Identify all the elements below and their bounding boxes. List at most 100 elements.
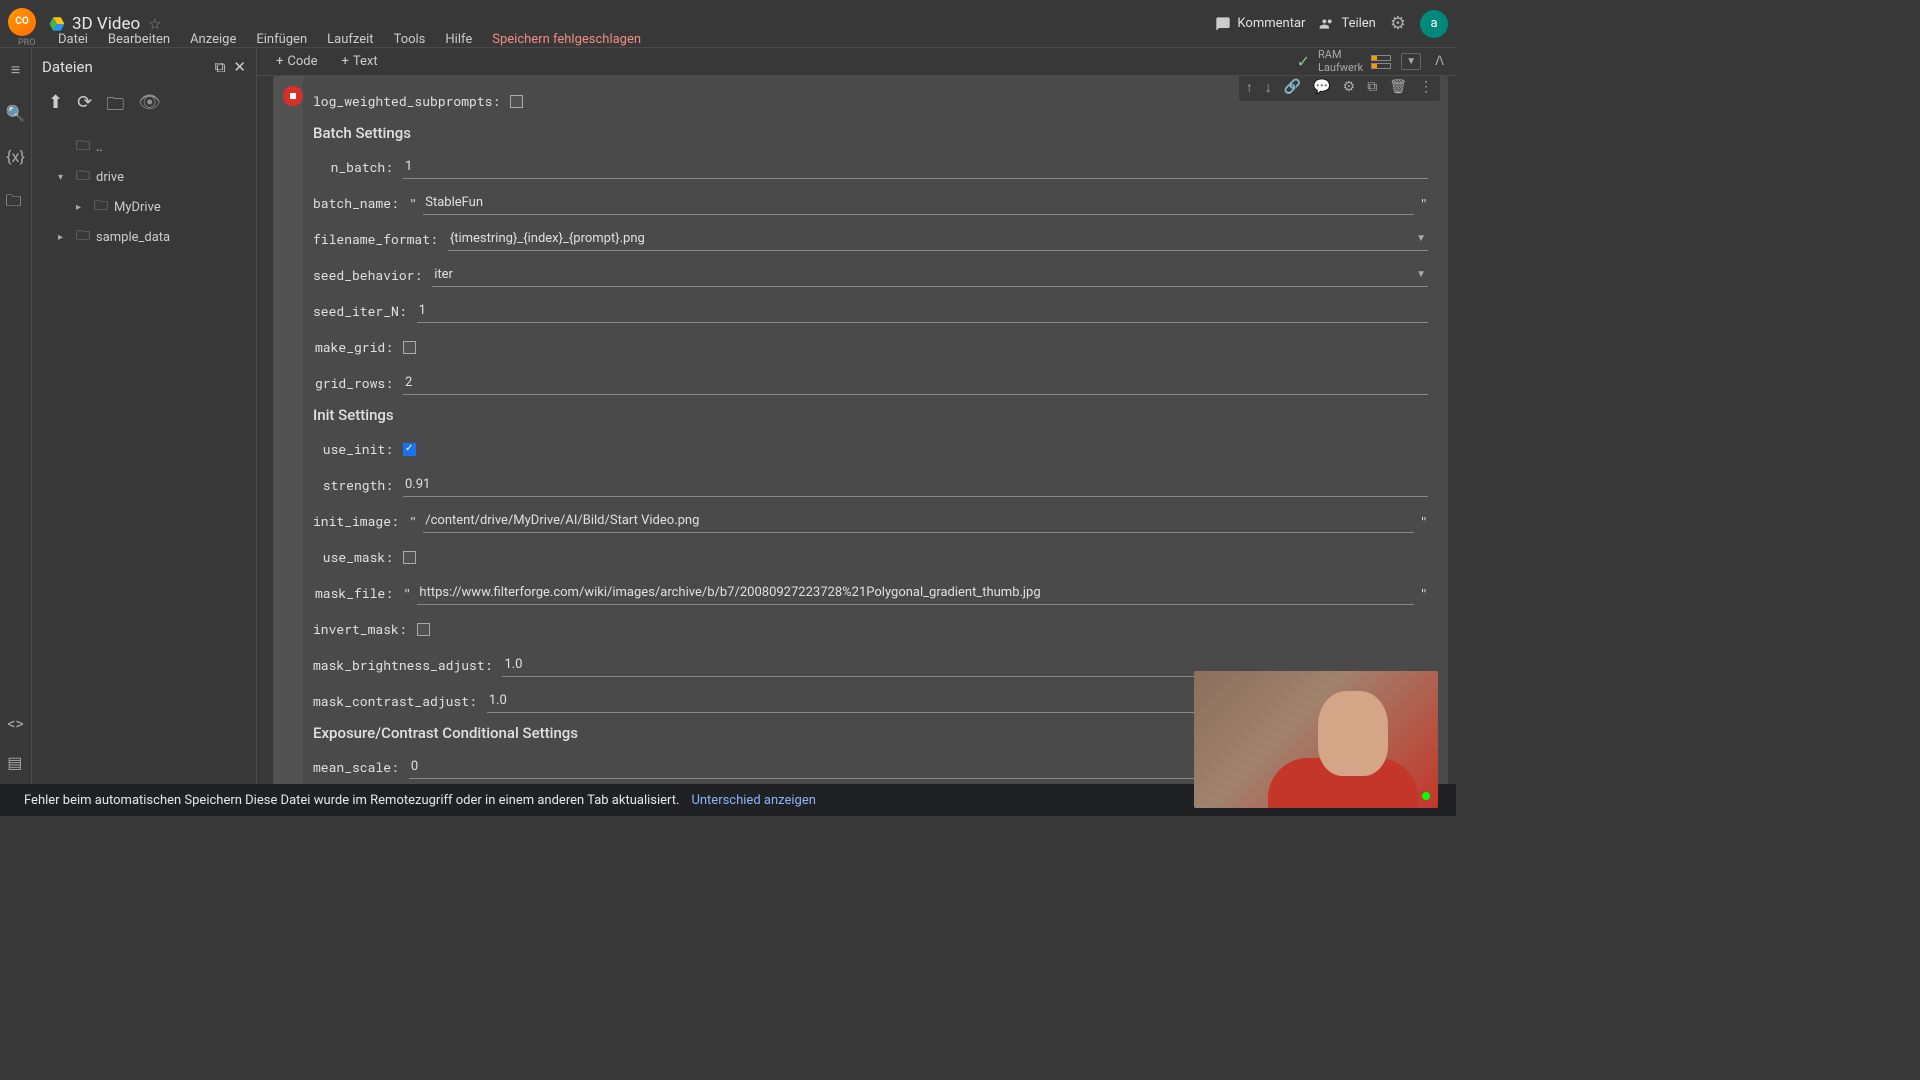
row-init-image: init_image: " " (313, 508, 1428, 534)
row-use-init: use_init: (313, 436, 1428, 462)
input-strength[interactable] (403, 473, 1428, 497)
quote-open: " (409, 512, 417, 531)
refresh-icon[interactable]: ⟳ (77, 92, 92, 122)
tree-mydrive-label: MyDrive (114, 200, 161, 215)
tree-parent[interactable]: 🗀.. (40, 132, 248, 162)
ram-label: RAM (1318, 49, 1363, 61)
file-panel-title: Dateien (42, 58, 93, 76)
row-batch-name: batch_name: "" (313, 190, 1428, 216)
row-grid-rows: grid_rows: (313, 370, 1428, 396)
section-init: Init Settings (313, 406, 1428, 424)
share-button[interactable]: Teilen (1319, 16, 1375, 32)
row-use-mask: use_mask: (313, 544, 1428, 570)
left-rail: ≡ 🔍 {x} 🗀 <> ▤ (0, 48, 32, 784)
comment-icon (1215, 16, 1231, 32)
input-batch-name[interactable] (423, 191, 1413, 215)
resource-bars (1371, 55, 1391, 69)
label-mask-file: mask_file: (313, 584, 403, 602)
ram-indicator[interactable]: ✓ RAM Laufwerk (1297, 49, 1392, 73)
toc-icon[interactable]: ≡ (7, 56, 24, 84)
connect-dropdown[interactable]: ▼ (1401, 53, 1421, 70)
move-up-icon[interactable]: ↑ (1241, 76, 1258, 99)
add-text-button[interactable]: + Text (336, 52, 384, 71)
label-n-batch: n_batch: (313, 158, 403, 176)
input-seed-iter[interactable] (417, 299, 1428, 323)
menu-save-error[interactable]: Speichern fehlgeschlagen (484, 28, 649, 51)
comment-cell-icon[interactable]: 💬 (1308, 76, 1335, 99)
comment-button[interactable]: Kommentar (1215, 16, 1305, 32)
hidden-files-icon[interactable]: 👁 (138, 92, 161, 122)
tree-drive[interactable]: ▾🗀drive (40, 162, 248, 192)
run-cell-button[interactable] (283, 86, 303, 106)
close-panel-icon[interactable]: ✕ (233, 58, 246, 76)
label-invert-mask: invert_mask: (313, 620, 417, 638)
input-mask-file[interactable] (417, 581, 1413, 605)
share-label: Teilen (1341, 16, 1375, 31)
checkbox-use-mask[interactable] (403, 551, 416, 564)
row-n-batch: n_batch: (313, 154, 1428, 180)
cell-gutter (273, 76, 303, 784)
colab-logo-icon: CO (8, 8, 36, 36)
add-code-button[interactable]: + Code (270, 52, 324, 71)
pro-badge: PRO (18, 38, 35, 48)
quote-open: " (409, 194, 417, 213)
label-init-image: init_image: (313, 512, 409, 530)
chevron-down-icon: ▼ (1416, 269, 1426, 280)
notification-text: Fehler beim automatischen Speichern Dies… (24, 793, 679, 808)
share-icon (1319, 16, 1335, 32)
section-batch: Batch Settings (313, 124, 1428, 142)
tree-sample[interactable]: ▸🗀sample_data (40, 222, 248, 252)
checkbox-make-grid[interactable] (403, 341, 416, 354)
chevron-down-icon: ▼ (1416, 233, 1426, 244)
input-init-image[interactable] (423, 509, 1413, 533)
webcam-face-shape (1318, 691, 1388, 776)
label-make-grid: make_grid: (313, 338, 403, 356)
menu-help[interactable]: Hilfe (437, 28, 480, 51)
label-log-weighted: log_weighted_subprompts: (313, 92, 510, 110)
more-icon[interactable]: ⋮ (1414, 76, 1438, 99)
label-seed-iter: seed_iter_N: (313, 302, 417, 320)
webcam-live-indicator (1422, 792, 1430, 800)
user-avatar[interactable]: a (1420, 10, 1448, 38)
mirror-icon[interactable]: ⧉ (1362, 76, 1382, 99)
new-window-icon[interactable]: ⧉ (215, 58, 226, 76)
terminal-icon[interactable]: ▤ (3, 749, 28, 776)
upload-icon[interactable]: ⬆ (48, 92, 63, 122)
row-invert-mask: invert_mask: (313, 616, 1428, 642)
input-n-batch[interactable] (403, 155, 1428, 179)
row-seed-behavior: seed_behavior: iter▼ (313, 262, 1428, 288)
select-filename-format[interactable]: {timestring}_{index}_{prompt}.png▼ (448, 227, 1428, 251)
tree-up-label: .. (96, 140, 103, 155)
menu-insert[interactable]: Einfügen (248, 28, 315, 51)
notification-link[interactable]: Unterschied anzeigen (691, 793, 815, 808)
input-grid-rows[interactable] (403, 371, 1428, 395)
add-text-label: Text (353, 54, 378, 69)
select-seed-value: iter (434, 267, 453, 282)
settings-icon[interactable]: ⚙ (1390, 13, 1406, 34)
menu-runtime[interactable]: Laufzeit (319, 28, 381, 51)
checkbox-invert-mask[interactable] (417, 623, 430, 636)
checkbox-log-weighted[interactable] (510, 95, 523, 108)
file-tree: 🗀.. ▾🗀drive ▸🗀MyDrive ▸🗀sample_data (32, 128, 256, 256)
link-icon[interactable]: 🔗 (1279, 76, 1306, 99)
code-snippets-icon[interactable]: <> (3, 710, 28, 737)
select-seed-behavior[interactable]: iter ▼ (432, 263, 1428, 287)
variables-icon[interactable]: {x} (2, 143, 29, 170)
disk-label: Laufwerk (1318, 62, 1363, 74)
row-strength: strength: (313, 472, 1428, 498)
files-icon[interactable]: 🗀 (0, 186, 26, 221)
tree-mydrive[interactable]: ▸🗀MyDrive (40, 192, 248, 222)
cell-settings-icon[interactable]: ⚙ (1338, 76, 1361, 99)
checkbox-use-init[interactable] (403, 443, 416, 456)
quote-close: " (1420, 194, 1428, 213)
delete-icon[interactable]: 🗑 (1384, 76, 1412, 99)
comment-label: Kommentar (1237, 16, 1305, 31)
check-icon: ✓ (1297, 52, 1310, 71)
menu-tools[interactable]: Tools (386, 28, 434, 51)
toggle-header-icon[interactable]: ᐱ (1431, 50, 1448, 73)
move-down-icon[interactable]: ↓ (1260, 76, 1277, 99)
mount-drive-icon[interactable]: 🗀 (106, 92, 124, 122)
search-icon[interactable]: 🔍 (2, 100, 30, 127)
quote-open: " (403, 584, 411, 603)
quote-close: " (1420, 512, 1428, 531)
